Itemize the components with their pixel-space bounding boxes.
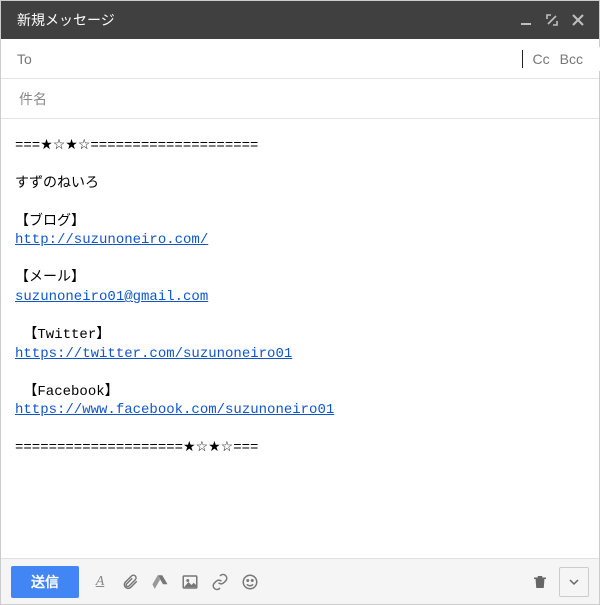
send-button[interactable]: 送信 [11,566,79,598]
facebook-label: 【Facebook】 [23,384,118,400]
format-text-button[interactable]: A [85,567,115,597]
separator-top: ===★☆★☆==================== [15,138,258,154]
cc-button[interactable]: Cc [533,51,550,67]
insert-image-button[interactable] [175,567,205,597]
twitter-link[interactable]: https://twitter.com/suzunoneiro01 [15,346,292,362]
link-icon [211,573,229,591]
image-icon [181,573,199,591]
title-bar: 新規メッセージ [1,1,599,39]
recipients-row: To Cc Bcc [1,39,599,79]
subject-input[interactable] [17,90,583,108]
separator-bottom: ====================★☆★☆=== [15,440,258,456]
to-input[interactable] [40,47,600,71]
paperclip-icon [121,573,139,591]
facebook-link[interactable]: https://www.facebook.com/suzunoneiro01 [15,402,334,418]
blog-label: 【ブログ】 [15,214,85,230]
mail-label: 【メール】 [15,270,85,286]
drive-button[interactable] [145,567,175,597]
compose-toolbar: 送信 A [1,558,599,604]
more-options-button[interactable] [559,567,589,597]
text-caret [522,50,523,68]
blog-link[interactable]: http://suzunoneiro.com/ [15,232,208,248]
minimize-button[interactable] [515,9,537,31]
discard-button[interactable] [525,567,555,597]
mail-link[interactable]: suzunoneiro01@gmail.com [15,289,208,305]
to-label: To [17,51,32,67]
window-title: 新規メッセージ [17,10,511,30]
format-text-icon: A [96,574,105,590]
message-body[interactable]: ===★☆★☆==================== すずのねいろ 【ブログ】… [1,119,599,558]
twitter-label: 【Twitter】 [23,327,110,343]
trash-icon [531,573,549,591]
attach-button[interactable] [115,567,145,597]
insert-link-button[interactable] [205,567,235,597]
close-button[interactable] [567,9,589,31]
bcc-button[interactable]: Bcc [560,51,583,67]
drive-icon [151,573,169,591]
emoji-icon [241,573,259,591]
emoji-button[interactable] [235,567,265,597]
chevron-down-icon [569,577,579,587]
subject-row [1,79,599,119]
signature-name: すずのねいろ [15,176,99,192]
fullscreen-button[interactable] [541,9,563,31]
